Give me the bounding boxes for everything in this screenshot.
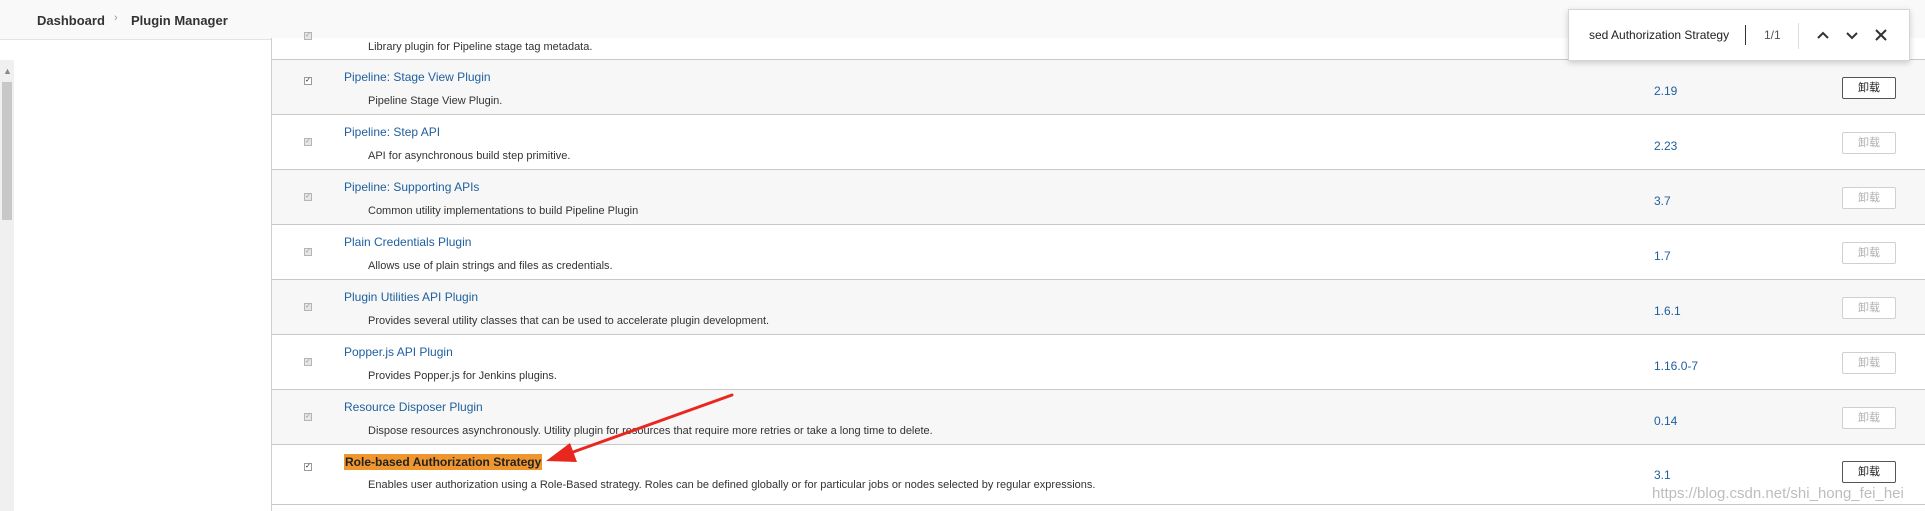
plugin-version[interactable]: 2.19 <box>1654 84 1677 98</box>
table-row: ✓ Resource Disposer Plugin Dispose resou… <box>272 390 1925 445</box>
table-row: ✓ Plugin Utilities API Plugin Provides s… <box>272 280 1925 335</box>
plugin-enabled-checkbox[interactable]: ✓ <box>304 413 312 421</box>
plugin-name-link[interactable]: Plugin Utilities API Plugin <box>344 290 478 304</box>
uninstall-button[interactable]: 卸载 <box>1842 297 1896 319</box>
chevron-down-icon[interactable] <box>1841 24 1863 46</box>
breadcrumb-dashboard[interactable]: Dashboard <box>37 13 105 28</box>
page-scrollbar[interactable]: ▲ <box>0 60 14 511</box>
chevron-up-icon[interactable] <box>1812 24 1834 46</box>
plugin-enabled-checkbox[interactable]: ✓ <box>304 77 312 85</box>
close-icon[interactable] <box>1870 24 1892 46</box>
plugin-version[interactable]: 3.1 <box>1654 468 1671 482</box>
uninstall-button[interactable]: 卸载 <box>1842 77 1896 99</box>
find-in-page-bar: sed Authorization Strategy 1/1 <box>1568 9 1910 61</box>
plugin-enabled-checkbox[interactable]: ✓ <box>304 193 312 201</box>
watermark: https://blog.csdn.net/shi_hong_fei_hei <box>1652 485 1904 502</box>
uninstall-button[interactable]: 卸载 <box>1842 461 1896 483</box>
text-cursor <box>1745 25 1746 45</box>
plugin-name-link[interactable]: Pipeline: Stage View Plugin <box>344 70 491 84</box>
table-row: ✓ Pipeline: Stage View Plugin Pipeline S… <box>272 60 1925 115</box>
table-row: ✓ Pipeline: Step API API for asynchronou… <box>272 115 1925 170</box>
plugin-version[interactable]: 1.6.1 <box>1654 304 1681 318</box>
plugin-name-link[interactable]: Popper.js API Plugin <box>344 345 453 359</box>
plugin-enabled-checkbox[interactable]: ✓ <box>304 358 312 366</box>
plugin-version[interactable]: 0.14 <box>1654 414 1677 428</box>
uninstall-button[interactable]: 卸载 <box>1842 132 1896 154</box>
find-input[interactable]: sed Authorization Strategy <box>1589 28 1729 42</box>
scroll-up-icon[interactable]: ▲ <box>3 67 12 76</box>
plugin-name-link[interactable]: Pipeline: Supporting APIs <box>344 180 479 194</box>
table-row: ✓ Popper.js API Plugin Provides Popper.j… <box>272 335 1925 390</box>
table-row: ✓ Plain Credentials Plugin Allows use of… <box>272 225 1925 280</box>
plugin-description: Provides Popper.js for Jenkins plugins. <box>368 370 557 382</box>
find-match-count: 1/1 <box>1764 28 1781 42</box>
plugin-enabled-checkbox[interactable]: ✓ <box>304 32 312 40</box>
plugin-name-link[interactable]: Resource Disposer Plugin <box>344 400 483 414</box>
installed-plugins-table: ✓ Library plugin for Pipeline stage tag … <box>271 32 1925 511</box>
plugin-version[interactable]: 2.23 <box>1654 139 1677 153</box>
plugin-enabled-checkbox[interactable]: ✓ <box>304 303 312 311</box>
plugin-description: Pipeline Stage View Plugin. <box>368 95 503 107</box>
plugin-version[interactable]: 3.7 <box>1654 194 1671 208</box>
uninstall-button[interactable]: 卸载 <box>1842 242 1896 264</box>
plugin-description: Provides several utility classes that ca… <box>368 315 770 327</box>
breadcrumb-plugin-manager[interactable]: Plugin Manager <box>131 13 228 28</box>
table-row: ✓ Pipeline: Supporting APIs Common utili… <box>272 170 1925 225</box>
annotation-arrow-icon <box>546 393 734 462</box>
plugin-version[interactable]: 1.7 <box>1654 249 1671 263</box>
plugin-enabled-checkbox[interactable]: ✓ <box>304 138 312 146</box>
uninstall-button[interactable]: 卸载 <box>1842 187 1896 209</box>
find-bar-divider <box>1798 23 1799 49</box>
plugin-name-link[interactable]: Pipeline: Step API <box>344 125 440 139</box>
plugin-enabled-checkbox[interactable]: ✓ <box>304 463 312 471</box>
breadcrumb-separator-icon: › <box>114 12 118 24</box>
plugin-name-link[interactable]: Plain Credentials Plugin <box>344 235 471 249</box>
uninstall-button[interactable]: 卸载 <box>1842 407 1896 429</box>
scrollbar-thumb[interactable] <box>2 82 12 220</box>
plugin-description: Library plugin for Pipeline stage tag me… <box>368 41 593 53</box>
plugin-description: Allows use of plain strings and files as… <box>368 260 613 272</box>
plugin-version[interactable]: 1.16.0-7 <box>1654 359 1698 373</box>
plugin-enabled-checkbox[interactable]: ✓ <box>304 248 312 256</box>
plugin-description: Common utility implementations to build … <box>368 205 639 217</box>
plugin-name-link[interactable]: Role-based Authorization Strategy <box>344 454 543 470</box>
plugin-description: API for asynchronous build step primitiv… <box>368 150 571 162</box>
uninstall-button[interactable]: 卸载 <box>1842 352 1896 374</box>
plugin-manager-page: Dashboard › Plugin Manager ▲ ✓ Library p… <box>0 0 1925 511</box>
plugin-description: Enables user authorization using a Role-… <box>368 479 1096 491</box>
